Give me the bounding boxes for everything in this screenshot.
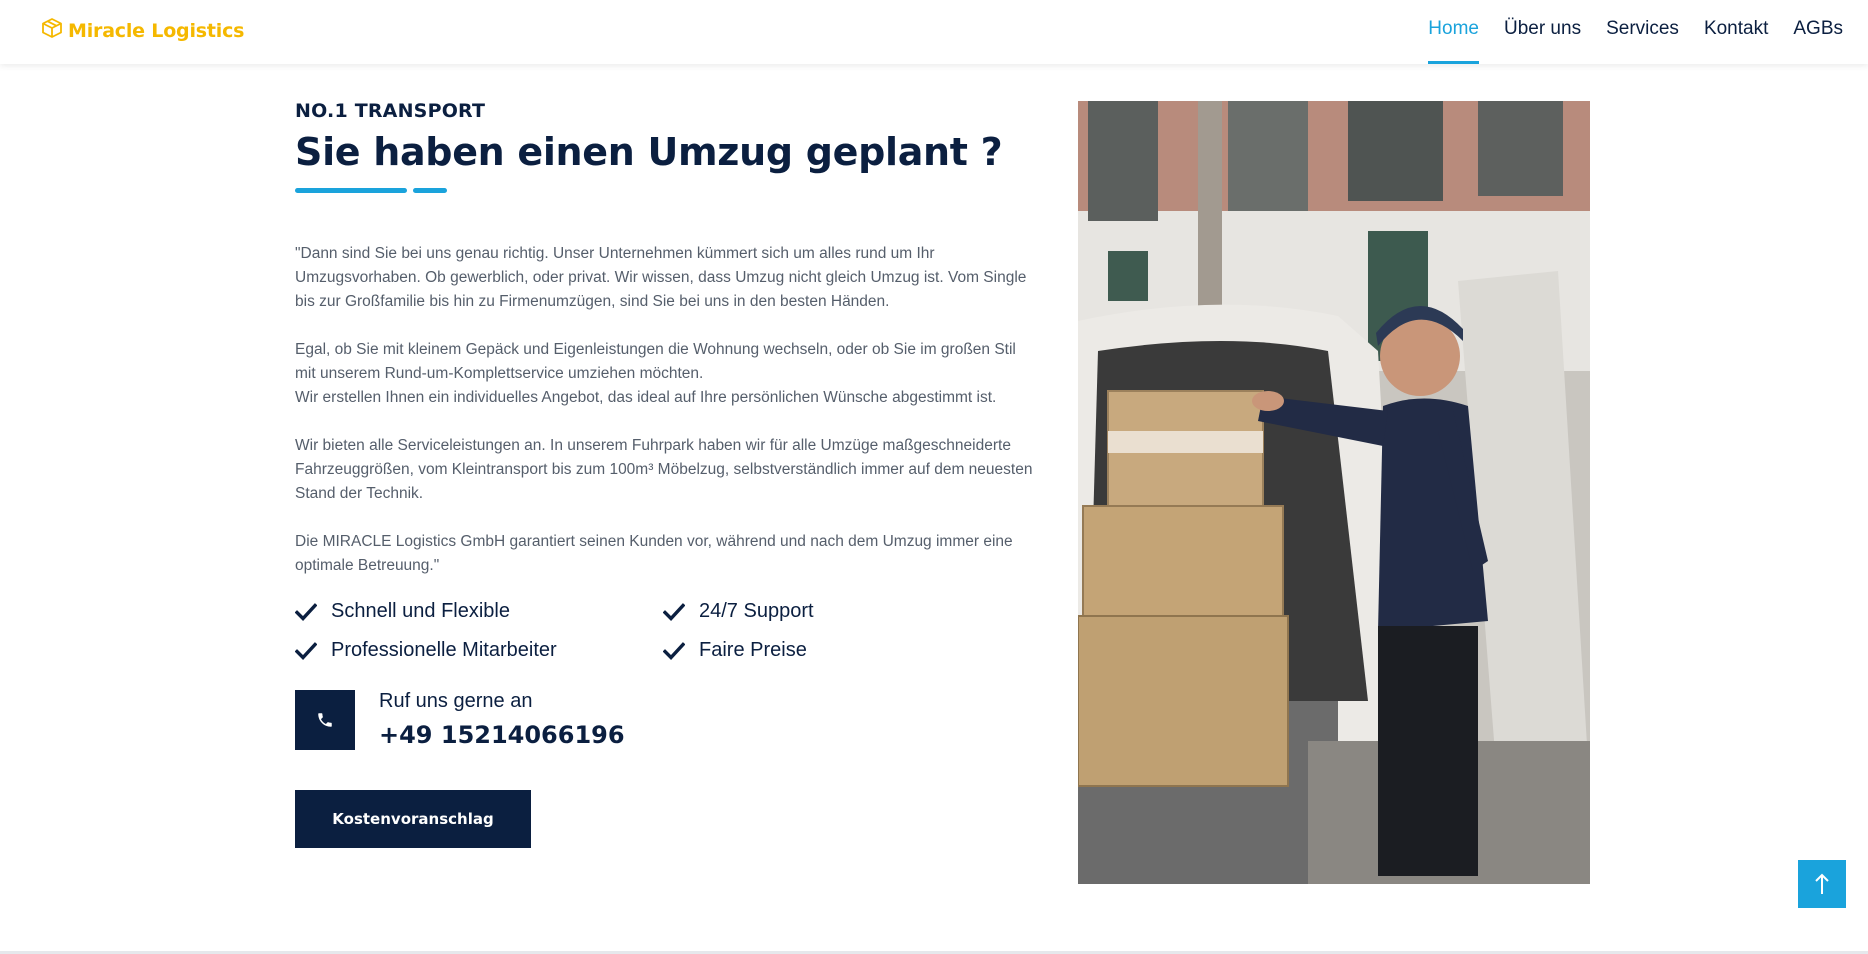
nav-kontakt[interactable]: Kontakt (1704, 0, 1768, 64)
description-paragraph: Egal, ob Sie mit kleinem Gepäck und Eige… (295, 338, 1035, 410)
feature-item: Professionelle Mitarbeiter (295, 639, 663, 662)
nav-ueber-uns[interactable]: Über uns (1504, 0, 1581, 64)
feature-label: 24/7 Support (699, 600, 814, 622)
arrow-up-icon (1815, 873, 1829, 894)
description-line: Egal, ob Sie mit kleinem Gepäck und Eige… (295, 341, 1016, 382)
title-underline (295, 188, 1035, 194)
description-paragraph: Wir bieten alle Serviceleistungen an. In… (295, 437, 1033, 502)
nav-agbs[interactable]: AGBs (1793, 0, 1843, 64)
box-icon (40, 16, 64, 45)
main-nav: Home Über uns Services Kontakt AGBs (1428, 0, 1843, 64)
check-icon (295, 641, 317, 660)
hero-photo (1078, 101, 1590, 884)
feature-label: Schnell und Flexible (331, 600, 510, 622)
feature-label: Professionelle Mitarbeiter (331, 639, 557, 661)
underline-bar-short (413, 188, 447, 193)
back-to-top-button[interactable] (1798, 860, 1846, 908)
section-eyebrow: NO.1 TRANSPORT (295, 100, 486, 122)
description-paragraph: Die MIRACLE Logistics GmbH garantiert se… (295, 533, 1013, 574)
nav-services[interactable]: Services (1606, 0, 1679, 64)
feature-item: Faire Preise (663, 639, 1031, 662)
check-icon (663, 641, 685, 660)
phone-icon (318, 713, 332, 727)
feature-label: Faire Preise (699, 639, 807, 661)
call-text: Ruf uns gerne an +49 15214066196 (379, 690, 625, 749)
feature-item: Schnell und Flexible (295, 600, 663, 623)
description-paragraph: "Dann sind Sie bei uns genau richtig. Un… (295, 245, 1027, 310)
page-title: Sie haben einen Umzug geplant ? (295, 130, 1003, 174)
phone-icon-box[interactable] (295, 690, 355, 750)
feature-list: Schnell und Flexible 24/7 Support Profes… (295, 600, 1035, 662)
feature-item: 24/7 Support (663, 600, 1031, 623)
brand-name: Miracle Logistics (68, 19, 245, 42)
brand-logo[interactable]: Miracle Logistics (40, 16, 244, 45)
check-icon (663, 602, 685, 621)
site-header: Miracle Logistics Home Über uns Services… (0, 0, 1868, 64)
description-line: Wir erstellen Ihnen ein individuelles An… (295, 389, 997, 406)
phone-number[interactable]: +49 15214066196 (379, 721, 625, 749)
nav-home[interactable]: Home (1428, 0, 1479, 64)
quote-button[interactable]: Kostenvoranschlag (295, 790, 531, 848)
hero-content: NO.1 TRANSPORT Sie haben einen Umzug gep… (295, 100, 1035, 848)
call-block: Ruf uns gerne an +49 15214066196 (295, 690, 1035, 750)
description: "Dann sind Sie bei uns genau richtig. Un… (295, 242, 1035, 578)
check-icon (295, 602, 317, 621)
call-label: Ruf uns gerne an (379, 690, 533, 712)
underline-bar-long (295, 188, 407, 193)
